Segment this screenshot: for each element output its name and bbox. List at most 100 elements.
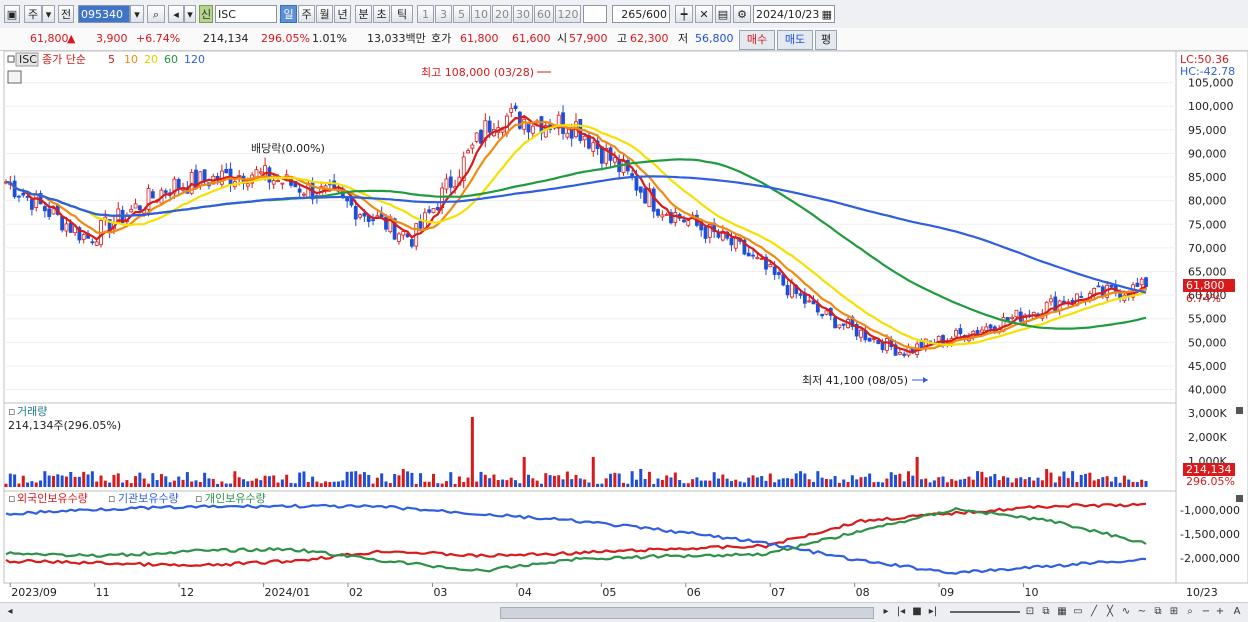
font-size-icon[interactable]: A [1230,604,1244,620]
tick-20[interactable]: 20 [492,5,512,23]
price-panel[interactable] [3,50,1177,404]
period-day[interactable]: 일 [280,5,297,23]
sell-button[interactable]: 매도 [777,30,813,50]
stock-chart[interactable]: 105,000 100,000 95,000 90,000 85,000 80,000 75… [0,50,1248,603]
period-second[interactable]: 초 [373,5,390,23]
zoom-in-icon[interactable]: + [1214,604,1226,620]
tick-3[interactable]: 3 [435,5,452,23]
scroll-right-icon[interactable]: ▸ [880,604,892,620]
x-axis-last-label: 10/23 [1186,586,1218,599]
tick-custom-input[interactable] [583,5,607,23]
volume-bar [868,473,872,487]
change-value: 3,900 [96,32,128,45]
hoga-label: 호가 [431,32,452,45]
volume-bar [574,474,578,487]
volume-bar [902,481,906,487]
name-field[interactable]: ISC [215,5,277,23]
market2-select[interactable]: 전 [58,5,74,23]
calendar-icon[interactable]: ▦ [822,6,832,24]
tick-10[interactable]: 10 [471,5,491,23]
scroll-bar[interactable]: ◂ ▸ |◂ ■ ▸| ⊡ ⧉ ▦ ▭ ╱ ╳ ∿ ∼ ⧉ ⊞ ⌕ − + A [0,602,1248,622]
pin-icon[interactable]: ⌕ [1184,604,1196,620]
candle-body [1144,277,1148,288]
candle-body [582,135,587,141]
volume-bar [332,481,336,487]
layout-icon[interactable]: ▣ [4,5,20,23]
layout-grid-icon[interactable]: ▦ [1056,604,1068,620]
candle-body [68,222,73,233]
period-week[interactable]: 주 [298,5,315,23]
candle-body [958,328,963,335]
scroll-left-icon[interactable]: ◂ [4,604,16,620]
zoom-slider[interactable] [950,611,1020,613]
chart-area[interactable]: 105,000 100,000 95,000 90,000 85,000 80,000 75… [0,50,1248,603]
draw-wave-icon[interactable]: ∿ [1120,604,1132,620]
tick-5[interactable]: 5 [453,5,470,23]
layout-window-icon[interactable]: ▭ [1072,604,1084,620]
volume-bar [414,483,418,487]
layout-double-icon[interactable]: ⧉ [1040,604,1052,620]
volume-bar [419,473,423,487]
code-input[interactable]: 095340 [78,5,130,23]
volume-bar [375,477,379,487]
tick-1[interactable]: 1 [417,5,434,23]
draw-line-icon[interactable]: ╱ [1088,604,1100,620]
table-icon[interactable] [7,70,22,84]
candle-body [271,180,276,185]
export-icon[interactable]: ⊞ [1168,604,1180,620]
period-year[interactable]: 년 [334,5,351,23]
candle-body [807,300,812,303]
copy-icon[interactable]: ⧉ [1152,604,1164,620]
chevron-down-icon[interactable]: ▾ [42,5,55,23]
stop-icon[interactable]: ■ [910,604,924,620]
volume-bar [319,483,323,487]
date-input[interactable]: 2024/10/23 ▦ [753,5,835,23]
eval-button[interactable]: 평 [815,30,837,50]
volume-bar [647,471,651,487]
speaker-icon[interactable]: ◂ [168,5,184,23]
volume-bar [185,472,189,487]
open-label: 시 [557,32,568,45]
legend-ma120: 120 [184,53,205,66]
speaker-dropdown-icon[interactable]: ▾ [184,5,196,23]
scroll-thumb[interactable] [500,607,874,619]
candle-body [427,209,432,213]
zoom-out-icon[interactable]: − [1200,604,1212,620]
crosshair-icon[interactable]: ✕ [695,5,713,23]
tick-30[interactable]: 30 [513,5,533,23]
tick-60[interactable]: 60 [534,5,554,23]
volume-bar [1135,482,1139,487]
x-tick-label: 09 [940,586,954,599]
candle-icon[interactable]: ┿ [675,5,693,23]
market-select[interactable]: 주 [24,5,42,23]
tick-120[interactable]: 120 [555,5,581,23]
buy-button[interactable]: 매수 [739,30,775,50]
volume-bar [73,476,77,487]
code-dropdown-icon[interactable]: ▾ [130,5,144,23]
candle-body [751,254,755,257]
candle-body [448,176,453,188]
volume-bar [734,479,738,487]
volume-panel-close-icon[interactable] [1236,407,1243,414]
candle-body [561,112,565,134]
draw-cross-icon[interactable]: ╳ [1104,604,1116,620]
y-tick-label: 50,000 [1188,336,1227,349]
save-icon[interactable]: ▤ [715,5,731,23]
volume-bar [570,479,574,487]
draw-curve-icon[interactable]: ∼ [1136,604,1148,620]
search-icon[interactable]: ⌕ [147,5,165,23]
period-month[interactable]: 월 [316,5,333,23]
period-tick[interactable]: 틱 [391,5,413,23]
layout-split-icon[interactable]: ⊡ [1024,604,1036,620]
candle-body [1135,282,1140,287]
volume-value: 214,134 [203,32,249,45]
period-minute[interactable]: 분 [355,5,372,23]
candle-body [759,258,764,261]
go-last-icon[interactable]: ▸| [926,604,940,620]
holding-panel-close-icon[interactable] [1236,495,1243,502]
volume-bar [52,475,55,487]
gear-icon[interactable]: ⚙ [733,5,751,23]
go-first-icon[interactable]: |◂ [894,604,908,620]
count-input[interactable]: 265/600 [612,5,670,23]
candle-body [975,330,980,334]
